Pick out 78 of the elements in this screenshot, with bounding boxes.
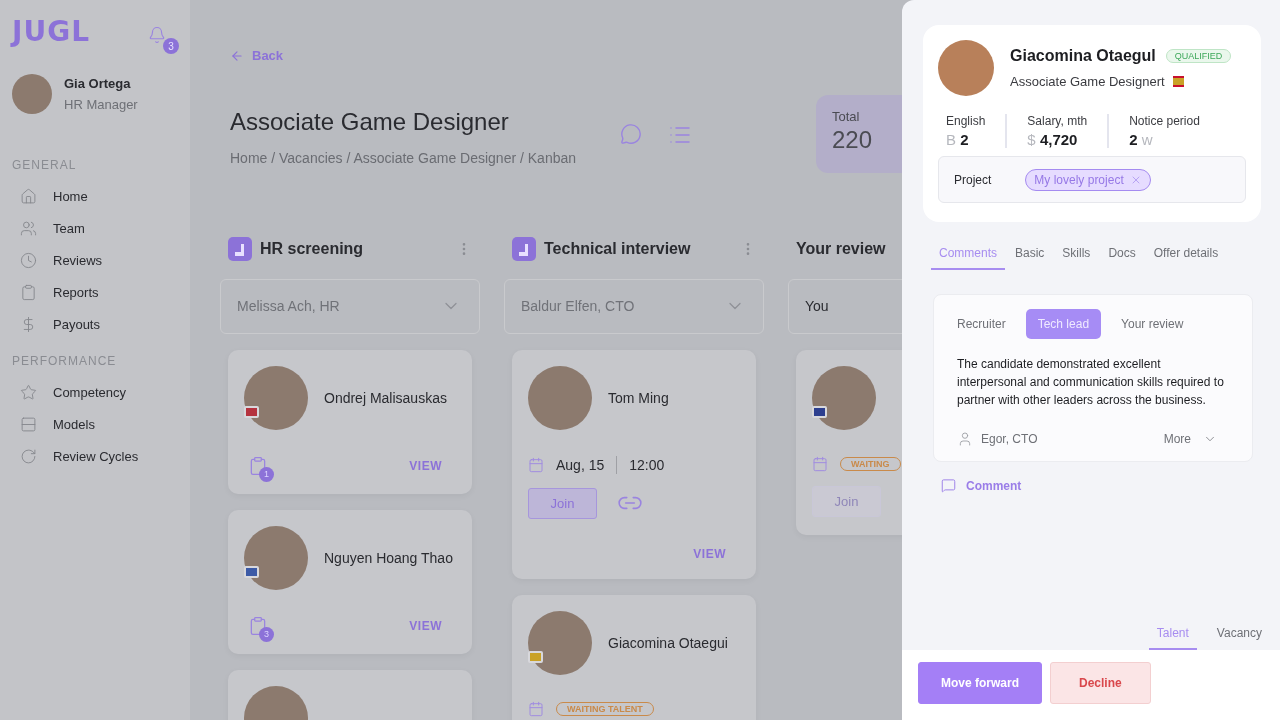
calendar-icon	[812, 455, 828, 472]
clipboard-icon	[20, 283, 37, 301]
more-button[interactable]: More	[1163, 432, 1217, 446]
interview-time: 12:00	[629, 456, 665, 473]
calendar-icon	[528, 456, 544, 473]
clipboard-icon	[248, 615, 268, 636]
user-name: Gia Ortega	[64, 76, 132, 91]
candidate-avatar	[938, 40, 994, 96]
nav-item[interactable]: Reports	[12, 276, 178, 308]
stat-label: English	[946, 114, 986, 128]
stat-label: Salary, mth	[1027, 114, 1088, 128]
review-text: The candidate demonstrated excellent interpersonal and communication skills required to partner with other leaders across the business.	[957, 356, 1225, 409]
nav-item[interactable]: Team	[12, 212, 178, 244]
nav-item[interactable]: Reviews	[12, 244, 178, 276]
tab[interactable]: Docs	[1100, 240, 1144, 270]
review-author: Egor, CTO	[981, 432, 1038, 446]
column-title: Your review	[796, 239, 886, 258]
calendar-icon	[528, 700, 544, 717]
nav-item[interactable]: Models	[12, 408, 178, 440]
assignee-select[interactable]: Baldur Elfen, CTO	[504, 278, 764, 334]
task-count: 1	[259, 466, 274, 482]
home-icon	[20, 187, 37, 205]
logo: JUGL	[12, 16, 90, 48]
stage-icon	[228, 236, 252, 261]
column-title: HR screening	[260, 239, 364, 258]
stat-value: $ 4,720	[1027, 131, 1079, 148]
review-tab[interactable]: Your review	[1109, 309, 1196, 339]
section-title: PERFORMANCE	[12, 354, 118, 368]
rows-icon	[20, 415, 37, 433]
stat-label: Notice period	[1129, 114, 1200, 128]
user-avatar	[12, 74, 52, 114]
stat-value: 2 w	[1129, 131, 1154, 148]
tab[interactable]: Vacancy	[1208, 620, 1270, 650]
clipboard-icon	[248, 455, 268, 476]
total-label: Total	[832, 108, 861, 124]
user-icon	[957, 431, 973, 447]
candidate-name: Ondrej Malisauskas	[324, 389, 447, 406]
stat-value: B 2	[946, 131, 970, 148]
star-icon	[20, 383, 37, 401]
comment-button[interactable]: Comment	[941, 478, 1022, 493]
project-label: Project	[954, 172, 992, 187]
nav-item[interactable]: Review Cycles	[12, 440, 178, 472]
candidate-name: Nguyen Hoang Thao	[324, 549, 453, 566]
tab[interactable]: Offer details	[1145, 240, 1227, 270]
candidate-name: Tom Ming	[608, 389, 669, 406]
decline-button[interactable]: Decline	[1050, 662, 1151, 704]
task-count: 3	[259, 626, 274, 642]
page-title: Associate Game Designer	[230, 107, 510, 136]
nav-item[interactable]: Competency	[12, 376, 178, 408]
refresh-icon	[20, 447, 37, 465]
section-title: GENERAL	[12, 158, 78, 172]
chat-icon[interactable]	[620, 122, 643, 147]
breadcrumb: Home / Vacancies / Associate Game Designer / Kanban	[230, 149, 577, 166]
interview-date: Aug, 15	[556, 456, 605, 473]
move-forward-button[interactable]: Move forward	[918, 662, 1042, 704]
stage-icon	[512, 236, 536, 261]
candidate-name: Giacomina Otaegui	[608, 634, 728, 651]
tab[interactable]: Basic	[1007, 240, 1053, 270]
user-role: HR Manager	[64, 97, 138, 112]
review-tab[interactable]: Tech lead	[1025, 309, 1102, 339]
candidate-role: Associate Game Designert	[1010, 74, 1165, 89]
candidate-name: Giacomina Otaegul	[1010, 47, 1156, 65]
nav-item[interactable]: Home	[12, 180, 178, 212]
nav-item[interactable]: Payouts	[12, 308, 178, 340]
review-tab[interactable]: Recruiter	[945, 309, 1018, 339]
status-tag: QUALIFIED	[1165, 49, 1232, 63]
comment-icon	[941, 478, 956, 493]
bell-icon[interactable]	[148, 26, 166, 44]
arrow-left-icon	[230, 48, 244, 63]
tab[interactable]: Skills	[1054, 240, 1099, 270]
people-icon	[20, 219, 37, 237]
column-title: Technical interview	[544, 239, 691, 258]
project-tag[interactable]: My lovely project	[1025, 168, 1151, 191]
notification-count: 3	[163, 38, 179, 54]
assignee-select[interactable]: Melissa Ach, HR	[220, 278, 480, 334]
tab[interactable]: Comments	[931, 240, 1005, 270]
clock-icon	[20, 251, 37, 269]
total-value: 220	[832, 125, 874, 154]
